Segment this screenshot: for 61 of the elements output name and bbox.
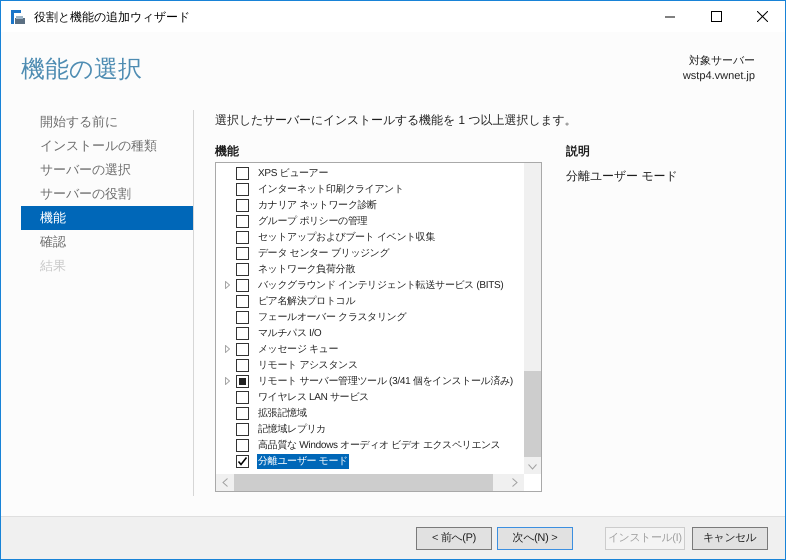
window-title: 役割と機能の追加ウィザード (34, 8, 190, 26)
checkbox[interactable] (236, 326, 249, 340)
maximize-icon (710, 11, 722, 22)
feature-label[interactable]: インターネット印刷クライアント (257, 182, 405, 196)
target-server-label: 対象サーバー (689, 54, 755, 69)
feature-label[interactable]: ピア名解決プロトコル (257, 294, 356, 308)
feature-label[interactable]: データ センター ブリッジング (257, 246, 390, 260)
feature-label[interactable]: グループ ポリシーの管理 (257, 214, 368, 228)
checkbox[interactable] (236, 166, 249, 180)
scroll-right-icon (512, 478, 518, 487)
scroll-down-icon (528, 464, 537, 470)
feature-label[interactable]: セットアップおよびブート イベント収集 (257, 230, 436, 244)
checkbox[interactable] (236, 294, 249, 308)
description-text: 分離ユーザー モード (566, 168, 678, 184)
nav-item[interactable]: インストールの種類 (21, 134, 193, 158)
feature-label[interactable]: リモート サーバー管理ツール (3/41 個をインストール済み) (257, 374, 514, 388)
scroll-left-icon (222, 478, 228, 487)
wizard-button[interactable]: 次へ(N) > (497, 526, 573, 550)
feature-label[interactable]: バックグラウンド インテリジェント転送サービス (BITS) (257, 278, 504, 292)
checkbox[interactable] (236, 246, 249, 260)
checkbox[interactable] (236, 342, 249, 356)
wizard-button[interactable]: キャンセル (692, 526, 768, 550)
checkbox[interactable] (236, 278, 249, 292)
checkbox[interactable] (236, 262, 249, 276)
feature-label[interactable]: リモート アシスタンス (257, 358, 358, 372)
checkbox[interactable] (236, 230, 249, 244)
close-icon (756, 11, 768, 22)
nav-item[interactable]: サーバーの選択 (21, 158, 193, 182)
checkbox[interactable] (236, 390, 249, 404)
nav-item[interactable]: サーバーの役割 (21, 182, 193, 206)
target-server-name: wstp4.vwnet.jp (682, 69, 755, 84)
checkbox[interactable] (236, 182, 249, 196)
page-title: 機能の選択 (21, 56, 142, 85)
feature-label[interactable]: マルチパス I/O (257, 326, 322, 340)
checkbox[interactable] (236, 310, 249, 324)
nav-item[interactable]: 機能 (21, 206, 193, 230)
app-icon (10, 8, 26, 24)
checkbox[interactable] (236, 422, 249, 436)
feature-label[interactable]: メッセージ キュー (257, 342, 340, 356)
checkbox[interactable] (236, 374, 249, 388)
feature-label[interactable]: 記憶域レプリカ (257, 422, 327, 436)
checkbox[interactable] (236, 198, 249, 212)
feature-label[interactable]: XPS ビューアー (257, 166, 330, 180)
feature-label[interactable]: 高品質な Windows オーディオ ビデオ エクスペリエンス (257, 438, 502, 452)
feature-label[interactable]: カナリア ネットワーク診断 (257, 198, 378, 212)
description-heading: 説明 (566, 143, 591, 159)
wizard-button[interactable]: < 前へ(P) (416, 526, 492, 550)
nav-item[interactable]: 開始する前に (21, 110, 193, 134)
features-heading: 機能 (215, 143, 240, 159)
nav-item[interactable]: 確認 (21, 230, 193, 254)
checkbox[interactable] (236, 358, 249, 372)
feature-label[interactable]: フェールオーバー クラスタリング (257, 310, 407, 324)
instruction-text: 選択したサーバーにインストールする機能を 1 つ以上選択します。 (215, 112, 578, 128)
feature-label[interactable]: 分離ユーザー モード (257, 454, 349, 468)
checkbox[interactable] (236, 438, 249, 452)
feature-label[interactable]: ネットワーク負荷分散 (257, 262, 356, 276)
checkbox[interactable] (236, 454, 249, 468)
checkbox[interactable] (236, 406, 249, 420)
feature-label[interactable]: ワイヤレス LAN サービス (257, 390, 370, 404)
feature-label[interactable]: 拡張記憶域 (257, 406, 308, 420)
checkbox[interactable] (236, 214, 249, 228)
